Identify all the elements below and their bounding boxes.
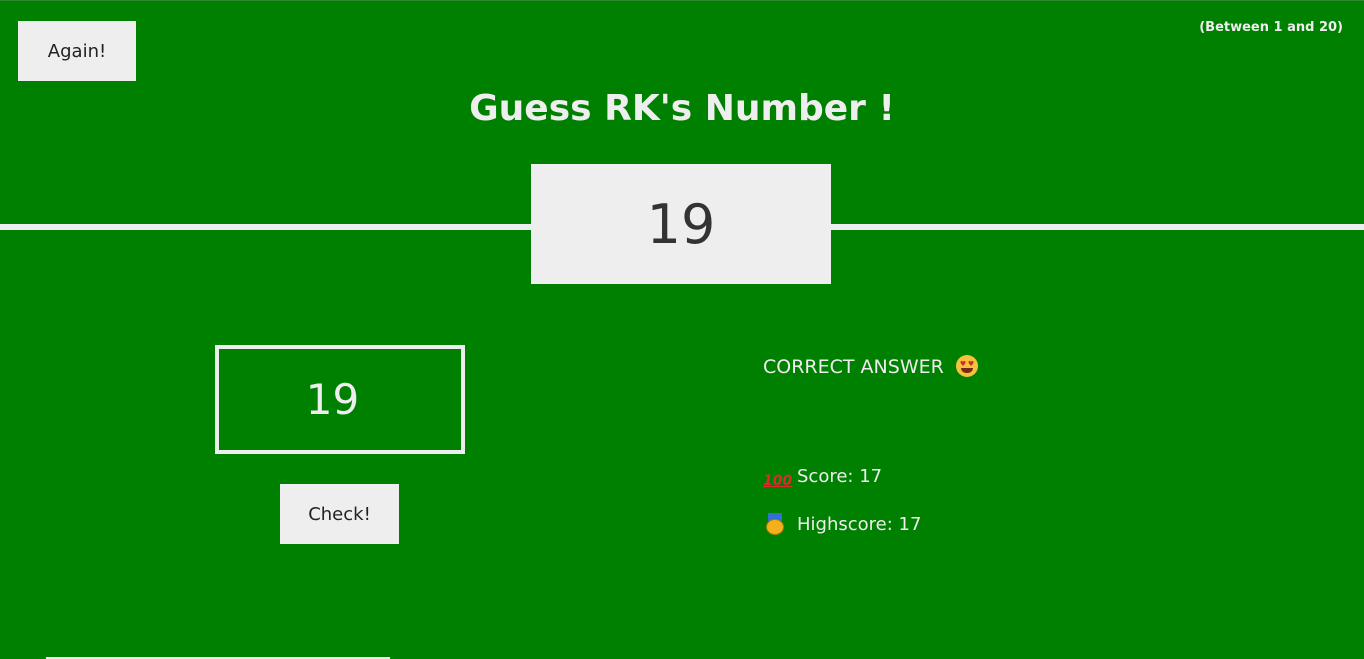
highscore-value: 17: [898, 514, 922, 535]
check-button[interactable]: Check!: [280, 484, 399, 544]
medal-disc: [766, 519, 784, 535]
page-title: Guess RK's Number !: [469, 88, 895, 129]
heart-eyes-emoji-icon: ♥ ♥: [955, 355, 978, 377]
heart-eye-left: ♥: [959, 360, 967, 368]
range-hint: (Between 1 and 20): [1199, 20, 1343, 35]
hundred-points-icon: 100: [763, 473, 793, 489]
secret-number-box: 19: [531, 164, 831, 284]
highscore-line: Highscore: 17: [763, 513, 921, 535]
result-message-text: CORRECT ANSWER: [763, 356, 944, 378]
result-message: CORRECT ANSWER ♥ ♥: [763, 355, 978, 378]
top-border: [0, 0, 1364, 1]
guess-input[interactable]: [215, 345, 465, 454]
score-value: 17: [859, 466, 883, 487]
smile-mouth: [960, 368, 973, 373]
medal-icon: [763, 513, 787, 535]
score-line: 100 Score: 17: [763, 466, 882, 491]
highscore-label: Highscore:: [797, 514, 899, 535]
heart-eye-right: ♥: [967, 360, 975, 368]
again-button[interactable]: Again!: [18, 21, 136, 81]
score-label: Score:: [797, 466, 860, 487]
